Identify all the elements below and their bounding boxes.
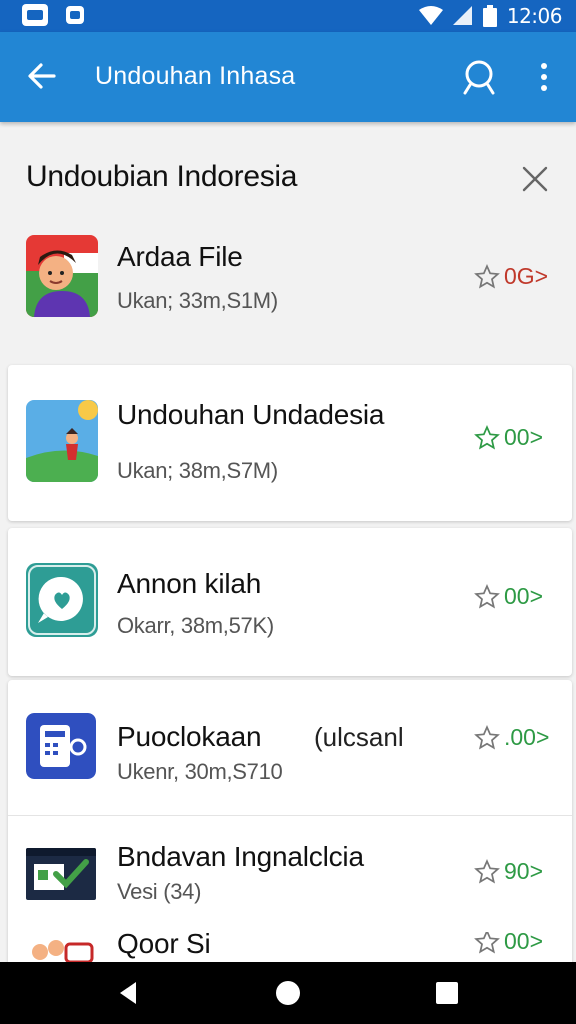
star-icon — [474, 932, 500, 954]
list-item[interactable]: Puoclokaan (ulcsanl Ukenr, 30m,S710 .00> — [8, 680, 572, 815]
app-notification-icon — [22, 4, 48, 26]
rating-value: .00> — [504, 724, 550, 750]
person-avatar-icon — [26, 235, 98, 317]
star-icon — [474, 263, 500, 289]
rating: .00> — [474, 724, 549, 751]
section-title: Undoubian Indoresia — [26, 160, 298, 193]
item-name: Annon kilah — [117, 568, 262, 599]
back-arrow-icon[interactable] — [24, 58, 60, 94]
wifi-icon — [418, 6, 443, 25]
section-header: Undoubian Indoresia — [0, 150, 576, 210]
item-meta: Ukan; 33m,S1M) — [117, 288, 278, 313]
rating: 0G> — [474, 263, 548, 290]
rating-value: 00> — [504, 932, 544, 954]
phone-device-icon — [26, 713, 96, 779]
status-time: 12:06 — [506, 4, 563, 28]
list-item-card[interactable]: Undouhan Undadesia Ukan; 38m,S7M) 00> — [8, 365, 572, 521]
star-icon — [474, 583, 500, 609]
landscape-icon — [26, 400, 98, 482]
nav-back-icon[interactable] — [114, 978, 144, 1008]
rating: 90> — [474, 858, 543, 885]
app-bar-title: Undouhan Inhasa — [95, 62, 296, 90]
app-bar: Undouhan Inhasa — [0, 32, 576, 122]
item-meta: Ukan; 38m,S7M) — [117, 458, 278, 483]
overflow-menu-icon[interactable] — [532, 58, 556, 98]
star-icon — [474, 724, 500, 750]
item-name: Ardaa File — [117, 241, 243, 272]
item-name: Undouhan Undadesia — [117, 399, 385, 430]
nav-home-icon[interactable] — [273, 978, 303, 1008]
list-item-card[interactable]: Annon kilah Okarr, 38m,57K) 00> — [8, 528, 572, 676]
close-icon[interactable] — [518, 162, 552, 196]
rating-value: 00> — [504, 424, 544, 450]
signal-icon — [452, 6, 472, 25]
notification-icons — [22, 4, 84, 26]
status-bar: 12:06 — [0, 0, 576, 32]
item-tag: (ulcsanl — [314, 722, 404, 752]
rating-value: 90> — [504, 858, 544, 884]
nav-recents-icon[interactable] — [432, 978, 462, 1008]
item-meta: Okarr, 38m,57K) — [117, 613, 274, 638]
rating-value: 0G> — [504, 263, 549, 289]
rating: 00> — [474, 932, 543, 955]
system-nav-bar — [0, 962, 576, 1024]
search-icon[interactable] — [460, 58, 500, 98]
item-name: Bndavan Ingnalclcia — [117, 841, 364, 872]
battery-icon — [482, 5, 497, 27]
chat-heart-icon — [26, 563, 98, 645]
item-name: Puoclokaan — [117, 721, 262, 752]
item-name: Qoor Si — [117, 932, 211, 959]
star-icon — [474, 858, 500, 884]
rating-value: 00> — [504, 583, 544, 609]
rating: 00> — [474, 583, 543, 610]
list-item[interactable]: Ardaa File Ukan; 33m,S1M) 0G> — [0, 225, 576, 335]
item-meta: Ukenr, 30m,S710 — [117, 759, 283, 784]
checkbox-window-icon — [26, 848, 96, 900]
list-card: Puoclokaan (ulcsanl Ukenr, 30m,S710 .00>… — [8, 680, 572, 972]
rating: 00> — [474, 424, 543, 451]
list-item[interactable]: Bndavan Ingnalclcia Vesi (34) 90> — [8, 816, 572, 946]
star-icon — [474, 424, 500, 450]
item-meta: Vesi (34) — [117, 879, 202, 904]
gallery-notification-icon — [66, 6, 84, 24]
